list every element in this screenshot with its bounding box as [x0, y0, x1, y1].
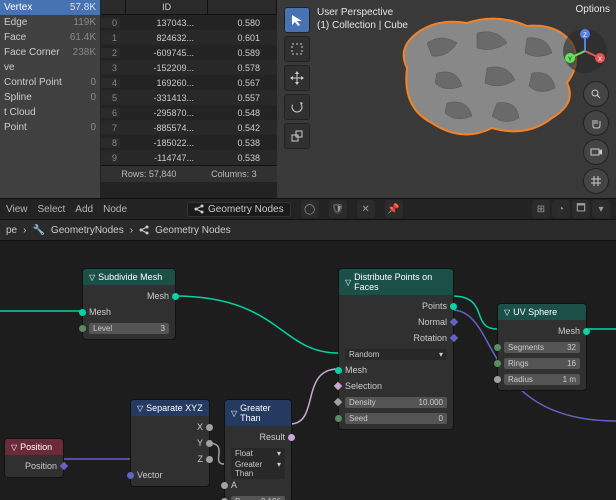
stat-row[interactable]: Spline0 [0, 90, 100, 105]
shield-icon[interactable]: ◯ [301, 200, 319, 218]
stat-row[interactable]: Edge119K [0, 15, 100, 30]
node-uv-sphere[interactable]: ▽UV Sphere Mesh Segments32 Rings16 Radiu… [497, 303, 587, 391]
stat-row[interactable]: Vertex57.8K [0, 0, 100, 15]
pin-icon[interactable]: 📌 [385, 200, 403, 218]
nodetree-selector[interactable]: Geometry Nodes [187, 202, 291, 217]
table-row[interactable]: 3-152209...0.578 [101, 60, 277, 75]
view-opt-2[interactable]: ◔ [552, 200, 570, 218]
table-row[interactable]: 5-331413...0.557 [101, 90, 277, 105]
node-editor-header: View Select Add Node Geometry Nodes ◯ 🛡 … [0, 198, 616, 220]
stat-row[interactable]: t Cloud [0, 105, 100, 120]
camera-icon[interactable] [583, 139, 609, 165]
grid-icon[interactable] [583, 168, 609, 194]
3d-viewport[interactable]: Options User Perspective (1) Collection … [277, 0, 616, 198]
menu-select[interactable]: Select [38, 204, 66, 215]
node-greater-than[interactable]: ▽Greater Than Result Float▾ Greater Than… [224, 399, 292, 500]
unlink-icon[interactable]: ✕ [357, 200, 375, 218]
select-tool[interactable] [284, 36, 310, 62]
move-tool[interactable] [284, 65, 310, 91]
view-opt-4[interactable]: ▾ [592, 200, 610, 218]
table-row[interactable]: 4169260...0.567 [101, 75, 277, 90]
cursor-tool[interactable] [284, 7, 310, 33]
stat-row[interactable]: Face61.4K [0, 30, 100, 45]
toolbar-right [580, 78, 612, 197]
spreadsheet-header: ID [101, 0, 277, 15]
table-row[interactable]: 1824632...0.601 [101, 30, 277, 45]
axis-gizmo[interactable]: X Y Z [562, 28, 608, 74]
spreadsheet: ID 0137043...0.5801824632...0.6012-60974… [101, 0, 277, 198]
svg-text:Y: Y [568, 57, 572, 63]
breadcrumb: pe› 🔧GeometryNodes› Geometry Nodes [0, 220, 616, 241]
node-position[interactable]: ▽Position Position [4, 438, 64, 478]
table-row[interactable]: 6-295870...0.548 [101, 105, 277, 120]
table-row[interactable]: 9-114747...0.538 [101, 150, 277, 165]
node-distribute-points[interactable]: ▽Distribute Points on Faces Points Norma… [338, 268, 454, 430]
stat-row[interactable]: Point0 [0, 120, 100, 135]
node-subdivide-mesh[interactable]: ▽Subdivide Mesh Mesh Mesh Level3 [82, 268, 176, 340]
menu-view[interactable]: View [6, 204, 28, 215]
stats-panel: Vertex57.8KEdge119KFace61.4KFace Corner2… [0, 0, 101, 198]
view-opt-1[interactable]: ⊞ [532, 200, 550, 218]
svg-text:Z: Z [583, 33, 587, 39]
scale-tool[interactable] [284, 123, 310, 149]
pan-icon[interactable] [583, 110, 609, 136]
crumb-nodetree[interactable]: Geometry Nodes [155, 225, 231, 236]
node-separate-xyz[interactable]: ▽Separate XYZ X Y Z Vector [130, 399, 210, 487]
fake-user-icon[interactable]: 🛡 [329, 200, 347, 218]
stat-row[interactable]: Control Point0 [0, 75, 100, 90]
menu-node[interactable]: Node [103, 204, 127, 215]
node-editor[interactable]: ▽Subdivide Mesh Mesh Mesh Level3 ▽Positi… [0, 241, 616, 500]
table-row[interactable]: 8-185022...0.538 [101, 135, 277, 150]
toolbar-left [281, 4, 313, 152]
mesh-object[interactable] [387, 8, 587, 148]
table-row[interactable]: 0137043...0.580 [101, 15, 277, 30]
nodetree-icon [194, 204, 204, 214]
table-row[interactable]: 2-609745...0.589 [101, 45, 277, 60]
view-opt-3[interactable]: 🗖 [572, 200, 590, 218]
crumb-object[interactable]: pe [6, 225, 17, 236]
rotate-tool[interactable] [284, 94, 310, 120]
crumb-modifier[interactable]: GeometryNodes [51, 225, 124, 236]
spreadsheet-footer: Rows: 57,840 Columns: 3 [101, 165, 277, 182]
svg-text:X: X [598, 57, 602, 63]
menu-add[interactable]: Add [75, 204, 93, 215]
stat-row[interactable]: ve [0, 60, 100, 75]
stat-row[interactable]: Face Corner238K [0, 45, 100, 60]
zoom-icon[interactable] [583, 81, 609, 107]
table-row[interactable]: 7-885574...0.542 [101, 120, 277, 135]
